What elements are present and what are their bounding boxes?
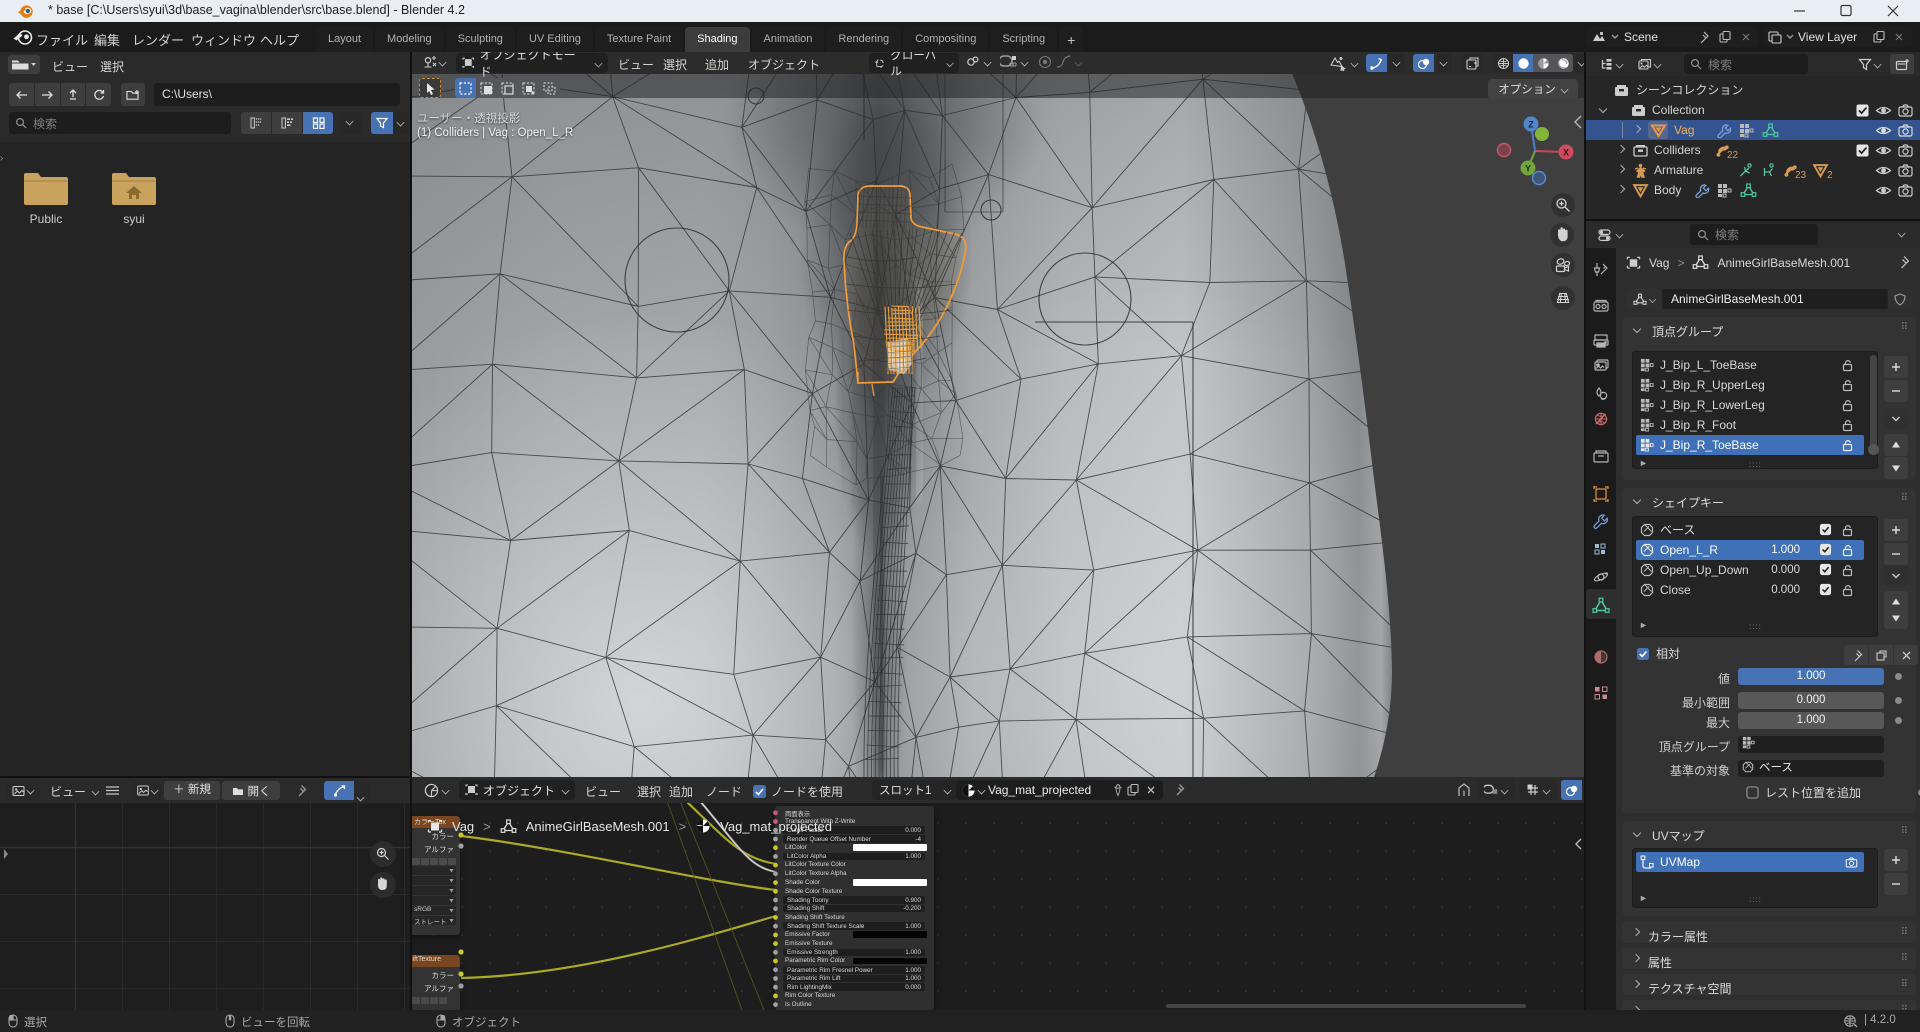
svg-text:Y: Y (1525, 164, 1531, 174)
svg-text:X: X (1563, 148, 1569, 158)
svg-text:Z: Z (1528, 120, 1534, 130)
